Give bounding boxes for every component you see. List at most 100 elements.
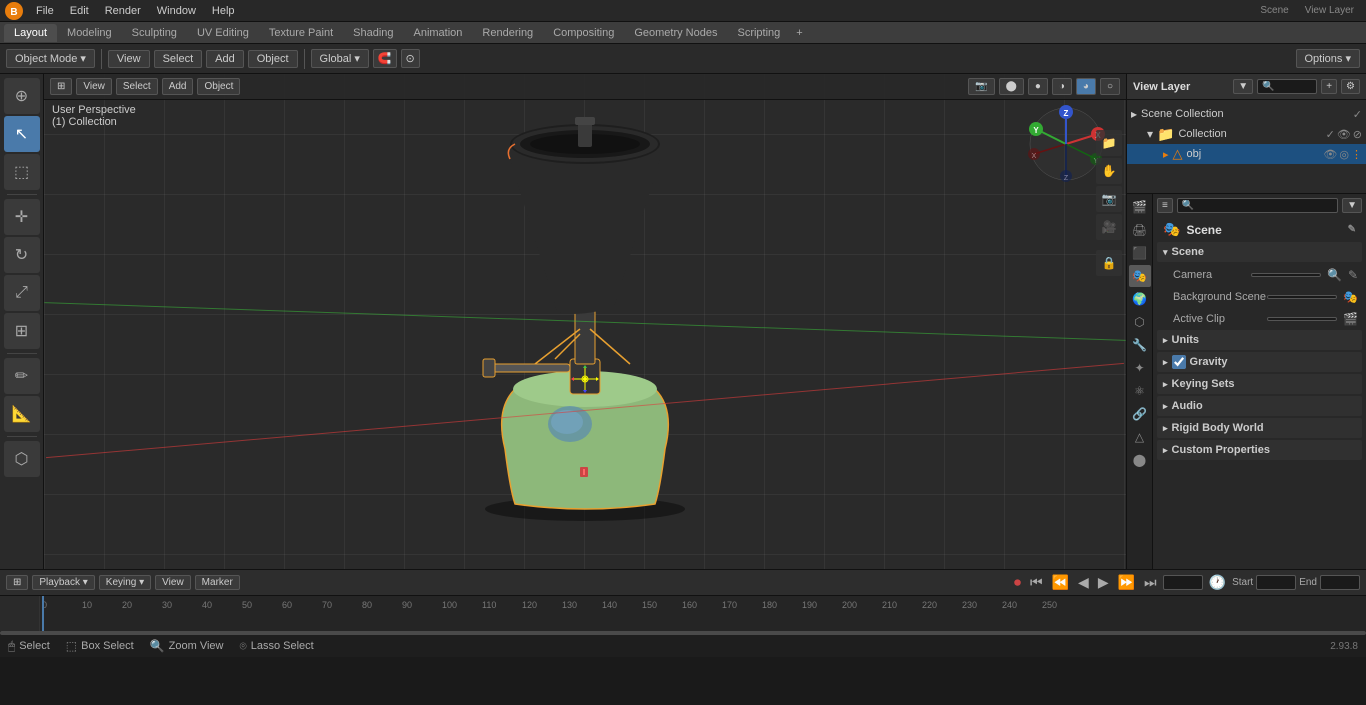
prop-tab-scene[interactable]: 🎭 bbox=[1129, 265, 1151, 287]
outliner-filter-button[interactable]: ▼ bbox=[1233, 79, 1253, 94]
viewport-select-menu[interactable]: Select bbox=[116, 78, 158, 95]
tab-rendering[interactable]: Rendering bbox=[472, 24, 543, 42]
cursor-tool-button[interactable]: ⊕ bbox=[4, 78, 40, 114]
prop-tab-world[interactable]: 🌍 bbox=[1129, 288, 1151, 310]
snap-button[interactable]: 🧲 bbox=[373, 49, 397, 68]
menu-window[interactable]: Window bbox=[149, 3, 204, 19]
view-button[interactable]: View bbox=[108, 50, 150, 68]
collection-vis-icon[interactable]: ✓ bbox=[1326, 128, 1335, 141]
viewport-shading-material[interactable]: ◑ bbox=[1052, 78, 1072, 95]
tab-sculpting[interactable]: Sculpting bbox=[122, 24, 187, 42]
tab-compositing[interactable]: Compositing bbox=[543, 24, 624, 42]
tab-geometry-nodes[interactable]: Geometry Nodes bbox=[624, 24, 727, 42]
viewport-shading-wireframe[interactable]: ○ bbox=[1100, 78, 1120, 95]
prop-background-value[interactable] bbox=[1267, 295, 1337, 299]
outliner-search-input[interactable] bbox=[1257, 79, 1317, 94]
scene-edit-icon[interactable]: ✎ bbox=[1348, 224, 1356, 235]
add-workspace-button[interactable]: + bbox=[790, 25, 808, 41]
prop-tab-physics[interactable]: ⚛ bbox=[1129, 380, 1151, 402]
clip-icon[interactable]: 🎬 bbox=[1343, 312, 1358, 326]
object-button[interactable]: Object bbox=[248, 50, 298, 68]
properties-filter-button[interactable]: ≡ bbox=[1157, 198, 1173, 213]
tab-modeling[interactable]: Modeling bbox=[57, 24, 122, 42]
options-button[interactable]: Options ▾ bbox=[1296, 49, 1361, 68]
timeline-jump-start-button[interactable]: ⏮ bbox=[1027, 573, 1046, 592]
prop-tab-modifiers[interactable]: 🔧 bbox=[1129, 334, 1151, 356]
viewport-shading-rendered[interactable]: ● bbox=[1028, 78, 1048, 95]
timeline-marker-button[interactable]: Marker bbox=[195, 575, 240, 590]
prop-active-clip-value[interactable] bbox=[1267, 317, 1337, 321]
add-primitive-button[interactable]: ⬡ bbox=[4, 441, 40, 477]
prop-section-rigid-body[interactable]: ▸ Rigid Body World bbox=[1157, 418, 1362, 438]
prop-tab-render[interactable]: 🎬 bbox=[1129, 196, 1151, 218]
viewport-overlay-button[interactable]: ⬤ bbox=[999, 78, 1024, 95]
select-button[interactable]: Select bbox=[154, 50, 203, 68]
gravity-checkbox[interactable] bbox=[1172, 355, 1186, 369]
timeline-editor-type-button[interactable]: ⊞ bbox=[6, 575, 28, 590]
prop-tab-particles[interactable]: ✦ bbox=[1129, 357, 1151, 379]
obj-render-icon[interactable]: ◎ bbox=[1339, 148, 1349, 161]
collection-hide-icon[interactable]: 👁 bbox=[1337, 128, 1351, 141]
tab-animation[interactable]: Animation bbox=[404, 24, 473, 42]
prop-tab-constraints[interactable]: 🔗 bbox=[1129, 403, 1151, 425]
tab-texture-paint[interactable]: Texture Paint bbox=[259, 24, 343, 42]
outliner-collection[interactable]: ▾ 📁 Collection ✓ 👁 ⊘ bbox=[1127, 124, 1366, 144]
add-button[interactable]: Add bbox=[206, 50, 244, 68]
timeline-frame-input[interactable]: 1 bbox=[1163, 575, 1203, 590]
object-mode-button[interactable]: Object Mode ▾ bbox=[6, 49, 95, 68]
viewport-camera-button[interactable]: 📷 bbox=[968, 78, 994, 95]
viewport-view-menu[interactable]: View bbox=[76, 78, 112, 95]
viewport-render-preview-button[interactable]: 🎥 bbox=[1096, 214, 1122, 240]
prop-tab-material[interactable]: ⬤ bbox=[1129, 449, 1151, 471]
viewport-object-menu[interactable]: Object bbox=[197, 78, 240, 95]
timeline-view-button[interactable]: View bbox=[155, 575, 191, 590]
timeline-start-input[interactable]: 1 bbox=[1256, 575, 1296, 590]
prop-section-units[interactable]: ▸ Units bbox=[1157, 330, 1362, 350]
timeline-step-forward-button[interactable]: ⏩ bbox=[1115, 573, 1138, 592]
tab-layout[interactable]: Layout bbox=[4, 24, 57, 42]
viewport-editor-type-button[interactable]: ⊞ bbox=[50, 78, 72, 95]
viewport-lock-button[interactable]: 🔒 bbox=[1096, 250, 1122, 276]
prop-section-custom-props[interactable]: ▸ Custom Properties bbox=[1157, 440, 1362, 460]
timeline-jump-end-button[interactable]: ⏭ bbox=[1141, 573, 1160, 592]
prop-tab-data[interactable]: △ bbox=[1129, 426, 1151, 448]
collection-exclude-icon[interactable]: ⊘ bbox=[1353, 128, 1362, 141]
menu-file[interactable]: File bbox=[28, 3, 62, 19]
exclude-icon[interactable]: ✓ bbox=[1353, 108, 1362, 121]
tab-scripting[interactable]: Scripting bbox=[727, 24, 790, 42]
outliner-settings-button[interactable]: ⚙ bbox=[1341, 79, 1360, 94]
properties-search-input[interactable] bbox=[1177, 198, 1338, 213]
camera-search-icon[interactable]: 🔍 bbox=[1327, 268, 1342, 282]
viewport-collection-visibility-button[interactable]: 📁 bbox=[1096, 130, 1122, 156]
timeline-clock-button[interactable]: 🕐 bbox=[1206, 573, 1229, 592]
viewport-camera-view-button[interactable]: 📷 bbox=[1096, 186, 1122, 212]
box-select-button[interactable]: ⬚ bbox=[4, 154, 40, 190]
prop-section-scene[interactable]: ▾ Scene bbox=[1157, 242, 1362, 262]
viewport-shading-solid[interactable]: ◕ bbox=[1076, 78, 1096, 95]
rotate-tool-button[interactable]: ↻ bbox=[4, 237, 40, 273]
measure-button[interactable]: 📐 bbox=[4, 396, 40, 432]
prop-section-audio[interactable]: ▸ Audio bbox=[1157, 396, 1362, 416]
viewport-pan-button[interactable]: ✋ bbox=[1096, 158, 1122, 184]
timeline-scrollbar-thumb[interactable] bbox=[0, 631, 1366, 635]
timeline-track[interactable]: 0 10 20 30 40 50 60 70 80 90 100 110 120… bbox=[0, 596, 1366, 635]
obj-filter-icon[interactable]: ⋮ bbox=[1351, 148, 1362, 161]
move-tool-button[interactable]: ✛ bbox=[4, 199, 40, 235]
outliner-scene-collection[interactable]: ▸ Scene Collection ✓ bbox=[1127, 104, 1366, 124]
obj-eye-icon[interactable]: 👁 bbox=[1323, 148, 1337, 161]
prop-section-gravity[interactable]: ▸ Gravity bbox=[1157, 352, 1362, 372]
annotate-button[interactable]: ✏ bbox=[4, 358, 40, 394]
viewport[interactable]: ⊞ View Select Add Object 📷 ⬤ ● ◑ ◕ ○ Use… bbox=[44, 74, 1126, 569]
timeline-play-reverse-button[interactable]: ◀ bbox=[1075, 573, 1092, 592]
scale-tool-button[interactable]: ⤢ bbox=[4, 275, 40, 311]
viewport-add-menu[interactable]: Add bbox=[162, 78, 194, 95]
timeline-end-input[interactable]: 250 bbox=[1320, 575, 1360, 590]
background-scene-icon[interactable]: 🎭 bbox=[1343, 290, 1358, 304]
camera-edit-icon[interactable]: ✎ bbox=[1348, 268, 1358, 282]
prop-tab-output[interactable]: 🖨 bbox=[1129, 219, 1151, 241]
viewport-gizmo[interactable]: X X Y Y Z Z bbox=[1026, 104, 1106, 184]
menu-edit[interactable]: Edit bbox=[62, 3, 97, 19]
prop-tab-object[interactable]: ⬡ bbox=[1129, 311, 1151, 333]
global-button[interactable]: Global ▾ bbox=[311, 49, 369, 68]
timeline-step-back-button[interactable]: ⏪ bbox=[1049, 573, 1072, 592]
